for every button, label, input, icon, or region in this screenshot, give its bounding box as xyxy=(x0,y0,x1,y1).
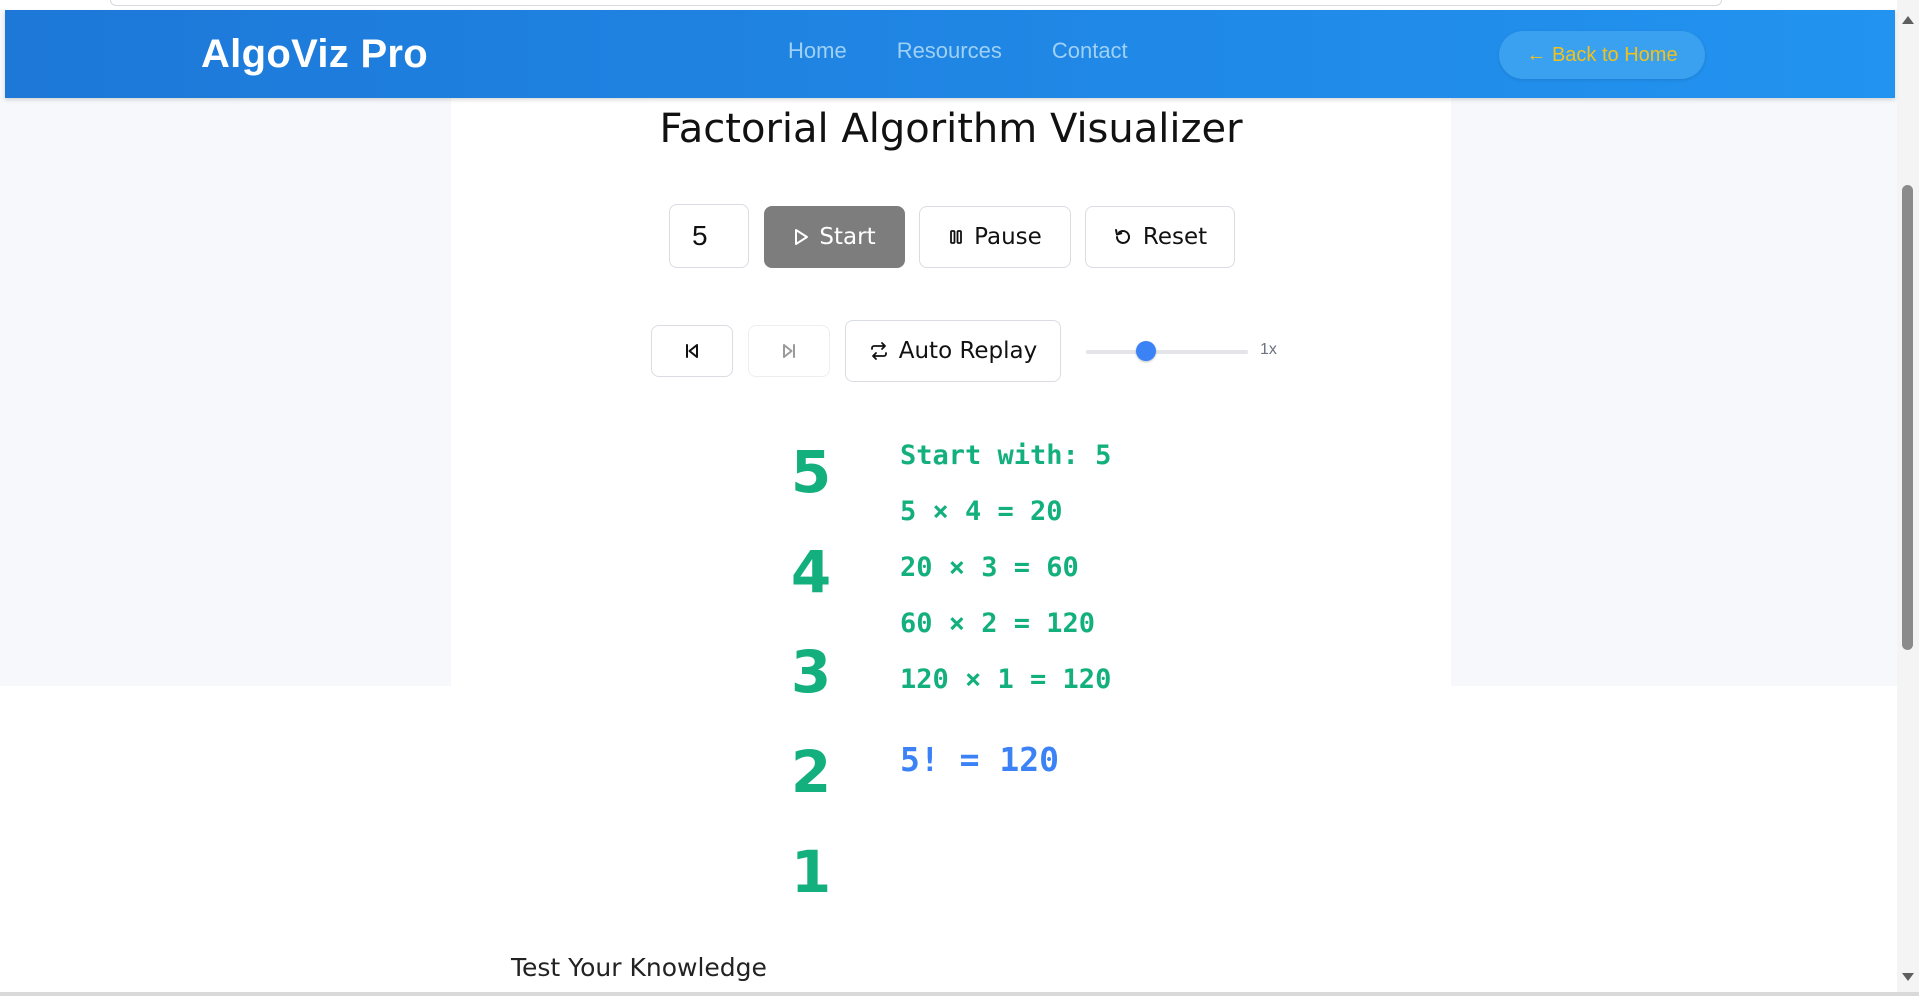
reset-label: Reset xyxy=(1142,224,1208,250)
scroll-up-arrow-icon[interactable] xyxy=(1902,16,1914,24)
nav-home[interactable]: Home xyxy=(788,38,847,64)
speed-slider[interactable] xyxy=(1086,341,1248,361)
step-forward-button[interactable] xyxy=(748,325,830,377)
computation-step: 5 × 4 = 20 xyxy=(900,496,1063,527)
reset-button[interactable]: Reset xyxy=(1085,206,1235,268)
auto-replay-label: Auto Replay xyxy=(898,338,1038,364)
start-button[interactable]: Start xyxy=(764,206,905,268)
nav-resources[interactable]: Resources xyxy=(897,38,1002,64)
main-nav: Home Resources Contact xyxy=(788,38,1128,64)
quiz-section-title: Test Your Knowledge xyxy=(511,953,767,982)
auto-replay-button[interactable]: Auto Replay xyxy=(845,320,1061,382)
factor-number: 5 xyxy=(790,438,832,506)
factor-number: 1 xyxy=(790,838,832,906)
nav-contact[interactable]: Contact xyxy=(1052,38,1128,64)
brand-logo[interactable]: AlgoViz Pro xyxy=(201,32,428,77)
app-header: AlgoViz Pro Home Resources Contact ← Bac… xyxy=(5,10,1895,98)
speed-label: 1x xyxy=(1260,341,1277,358)
browser-top-strip xyxy=(0,0,1919,10)
n-input[interactable]: 5 xyxy=(669,204,749,268)
factor-number: 4 xyxy=(790,538,832,606)
pause-icon xyxy=(948,228,964,246)
back-to-home-button[interactable]: ← Back to Home xyxy=(1499,31,1705,79)
reset-icon xyxy=(1113,227,1133,247)
repeat-icon xyxy=(869,341,889,361)
play-icon xyxy=(793,228,809,246)
page-title: Factorial Algorithm Visualizer xyxy=(659,106,1243,152)
back-to-home-label: ← Back to Home xyxy=(1526,43,1678,66)
page-scrollbar[interactable] xyxy=(1897,0,1919,996)
factor-number: 2 xyxy=(790,738,832,806)
start-label: Start xyxy=(819,224,876,250)
computation-step: 20 × 3 = 60 xyxy=(900,552,1079,583)
step-back-button[interactable] xyxy=(651,325,733,377)
speed-slider-thumb[interactable] xyxy=(1135,341,1156,361)
skip-back-icon xyxy=(683,342,701,360)
scroll-down-arrow-icon[interactable] xyxy=(1902,973,1914,981)
pause-label: Pause xyxy=(974,224,1042,250)
address-bar-edge xyxy=(110,0,1722,6)
visualizer-card: Factorial Algorithm Visualizer 5 Start P… xyxy=(451,98,1451,996)
computation-step: 120 × 1 = 120 xyxy=(900,664,1112,695)
computation-step: 60 × 2 = 120 xyxy=(900,608,1096,639)
n-input-value: 5 xyxy=(692,220,708,251)
pause-button[interactable]: Pause xyxy=(919,206,1071,268)
skip-forward-icon xyxy=(780,342,798,360)
window-bottom-edge xyxy=(0,992,1919,996)
factorial-result: 5! = 120 xyxy=(900,740,1059,779)
scrollbar-thumb[interactable] xyxy=(1902,185,1913,650)
computation-step: Start with: 5 xyxy=(900,440,1112,471)
factor-number: 3 xyxy=(790,638,832,706)
